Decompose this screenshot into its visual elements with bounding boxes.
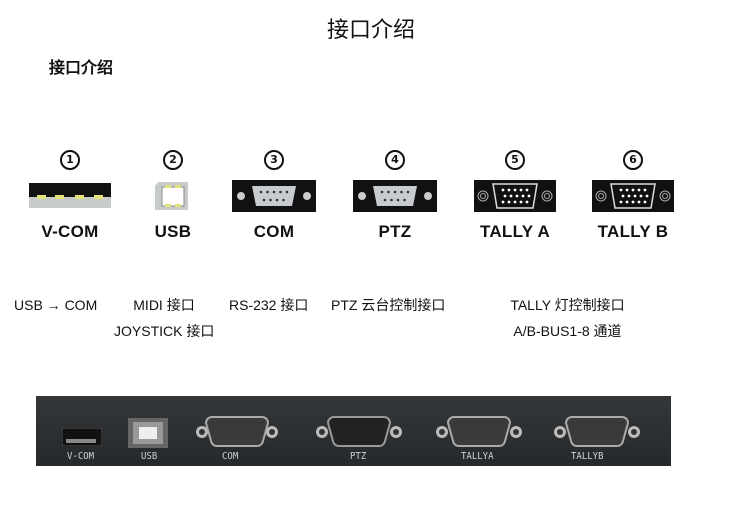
db15-port-icon (583, 176, 683, 216)
usb-b-port-icon (128, 418, 168, 448)
panel-label-usb: USB (141, 451, 158, 463)
panel-label-tallya: TALLYA (461, 451, 494, 463)
port-name: V-COM (41, 222, 99, 241)
port-tally-a: 5 TALLY A (465, 148, 565, 242)
panel-label-ptz: PTZ (350, 451, 367, 463)
port-com: 3 COM (224, 148, 324, 242)
port-number: 1 (60, 150, 80, 170)
port-number: 3 (264, 150, 284, 170)
rear-panel-photo: V-COM USB COM PTZ TALLYA TALLYB (36, 396, 671, 466)
usb-b-port-icon (123, 176, 223, 216)
port-name: PTZ (378, 222, 412, 241)
section-heading: 接口介绍 (49, 58, 114, 77)
port-name: USB (154, 222, 192, 241)
desc-tally: TALLY 灯控制接口 A/B-BUS1-8 通道 (500, 292, 635, 344)
db9-port-icon (345, 176, 445, 216)
usb-a-port-icon (20, 176, 120, 216)
desc-tally-line1: TALLY 灯控制接口 (510, 297, 625, 313)
desc-vcom: USB → COM (14, 297, 98, 313)
desc-ptz: PTZ 云台控制接口 (331, 297, 446, 313)
port-number: 2 (163, 150, 183, 170)
port-tally-b: 6 TALLY B (583, 148, 683, 242)
panel-label-tallyb: TALLYB (571, 451, 604, 463)
db9-port-icon (224, 176, 324, 216)
page-title: 接口介绍 (326, 18, 415, 43)
port-ptz: 4 PTZ (345, 148, 445, 242)
db15-port-icon (554, 416, 640, 448)
db15-port-icon (436, 416, 522, 448)
port-name: TALLY A (479, 222, 551, 241)
port-name: COM (253, 222, 295, 241)
desc-usb-line1: MIDI 接口 (133, 297, 195, 313)
port-usb: 2 USB (123, 148, 223, 242)
port-name: TALLY B (597, 222, 669, 241)
desc-usb-line2: JOYSTICK 接口 (114, 323, 215, 339)
port-vcom: 1 V-COM (20, 148, 120, 242)
desc-usb: MIDI 接口 JOYSTICK 接口 (114, 292, 214, 344)
usb-a-port-icon (62, 428, 102, 446)
panel-label-vcom: V-COM (67, 451, 95, 463)
db15-port-icon (465, 176, 565, 216)
db9-port-icon (196, 416, 278, 448)
desc-com: RS-232 接口 (229, 297, 309, 313)
port-number: 6 (623, 150, 643, 170)
db9-port-icon (316, 416, 402, 448)
port-number: 4 (385, 150, 405, 170)
port-number: 5 (505, 150, 525, 170)
desc-tally-line2: A/B-BUS1-8 通道 (513, 323, 622, 339)
panel-label-com: COM (222, 451, 239, 463)
